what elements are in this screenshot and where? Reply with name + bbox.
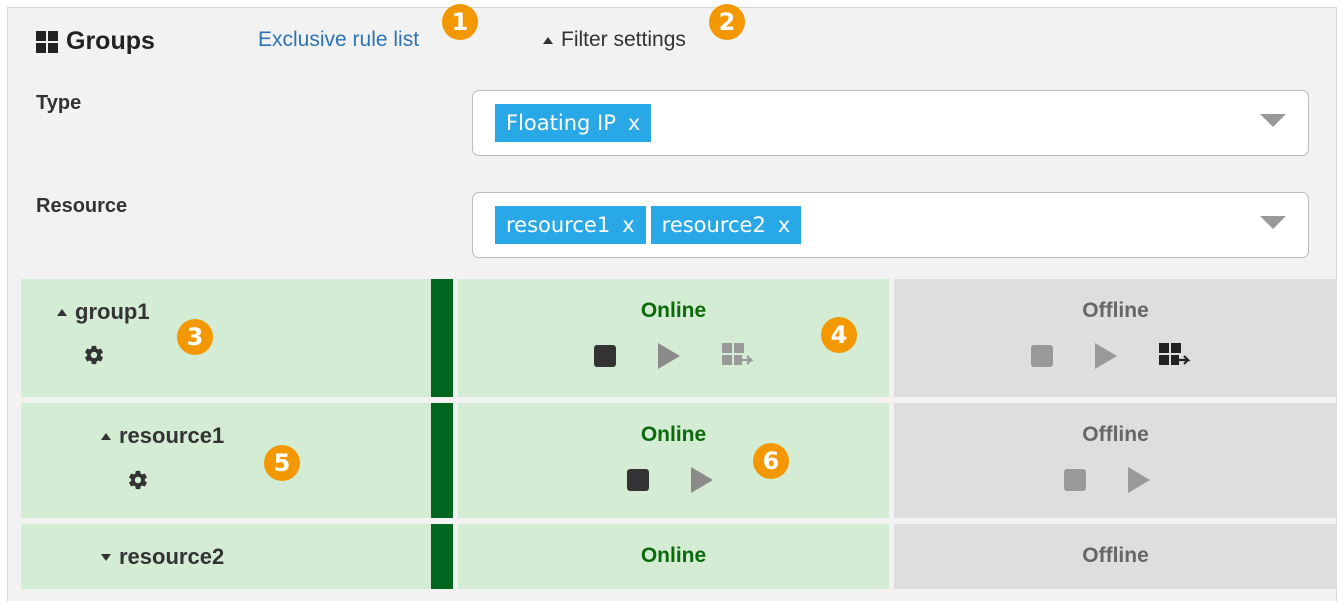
online-status-label: Online	[640, 423, 707, 446]
group-row-group1: group1 3 Online 4 Offline	[21, 279, 1337, 397]
collapse-arrow-icon	[543, 36, 553, 44]
stop-icon[interactable]	[627, 469, 649, 491]
resource-row-resource1: resource1 5 Online 6 Offline	[21, 403, 1337, 518]
type-chip-label: Floating IP	[506, 111, 616, 135]
callout-badge-3: 3	[177, 319, 213, 355]
offline-cell: Offline	[894, 403, 1337, 518]
resource-dropdown-caret-icon[interactable]	[1260, 216, 1286, 229]
expand-arrow-icon	[101, 553, 111, 561]
type-chip-remove[interactable]: x	[628, 111, 640, 135]
group-name-cell: group1 3	[21, 279, 431, 397]
resource-chip-label: resource2	[661, 213, 766, 237]
type-chip: Floating IP x	[495, 104, 652, 142]
offline-actions	[1064, 467, 1150, 493]
callout-badge-4: 4	[821, 317, 857, 353]
resource-expander[interactable]: resource1	[101, 423, 224, 449]
groups-grid-icon	[36, 30, 58, 53]
collapse-arrow-icon	[57, 308, 67, 316]
status-bar	[431, 524, 453, 589]
play-icon[interactable]	[1095, 343, 1117, 369]
status-bar	[431, 403, 453, 518]
resource-chip-label: resource1	[506, 213, 611, 237]
group-expander[interactable]: group1	[57, 299, 150, 325]
filter-settings-toggle[interactable]: Filter settings	[543, 28, 686, 52]
online-cell: Online 4	[458, 279, 889, 397]
resource-name-cell: resource1 5	[21, 403, 431, 518]
online-status-label: Online	[640, 299, 707, 322]
play-icon[interactable]	[1128, 467, 1150, 493]
filter-settings-label: Filter settings	[561, 28, 686, 51]
gear-icon[interactable]	[127, 469, 149, 491]
type-select[interactable]: Floating IP x	[472, 90, 1309, 156]
resource-chip-remove[interactable]: x	[778, 213, 790, 237]
online-cell: Online 6	[458, 403, 889, 518]
resource-name-cell: resource2	[21, 524, 431, 589]
stop-icon[interactable]	[594, 345, 616, 367]
type-label: Type	[36, 92, 82, 114]
online-status-label: Online	[640, 544, 707, 567]
gear-icon[interactable]	[83, 344, 105, 366]
callout-badge-2: 2	[709, 4, 745, 40]
move-group-icon[interactable]	[722, 343, 756, 369]
play-icon[interactable]	[691, 467, 713, 493]
resource-row-resource2: resource2 Online Offline	[21, 524, 1337, 589]
resource-name: resource2	[119, 544, 225, 569]
panel-title: Groups	[36, 27, 155, 56]
move-group-icon[interactable]	[1159, 343, 1193, 369]
stop-icon[interactable]	[1064, 469, 1086, 491]
resource-chip-remove[interactable]: x	[622, 213, 634, 237]
status-bar	[431, 279, 453, 397]
type-dropdown-caret-icon[interactable]	[1260, 114, 1286, 127]
online-actions	[627, 467, 713, 493]
stop-icon[interactable]	[1031, 345, 1053, 367]
resource-chip: resource2 x	[650, 206, 802, 244]
resource-name: resource1	[119, 423, 225, 448]
resource-label: Resource	[36, 195, 128, 217]
panel-title-text: Groups	[66, 27, 155, 55]
group-name: group1	[75, 299, 150, 324]
play-icon[interactable]	[658, 343, 680, 369]
callout-badge-6: 6	[753, 443, 789, 479]
offline-status-label: Offline	[1082, 423, 1149, 446]
resource-select[interactable]: resource1 x resource2 x	[472, 192, 1309, 258]
offline-cell: Offline	[894, 279, 1337, 397]
offline-cell: Offline	[894, 524, 1337, 589]
offline-actions	[1031, 343, 1193, 369]
callout-badge-1: 1	[442, 4, 478, 40]
offline-status-label: Offline	[1082, 299, 1149, 322]
collapse-arrow-icon	[101, 432, 111, 440]
exclusive-rule-list-link[interactable]: Exclusive rule list	[258, 28, 419, 52]
offline-status-label: Offline	[1082, 544, 1149, 567]
online-cell: Online	[458, 524, 889, 589]
callout-badge-5: 5	[264, 445, 300, 481]
resource-chip: resource1 x	[495, 206, 646, 244]
online-actions	[594, 343, 756, 369]
resource-expander[interactable]: resource2	[101, 544, 224, 570]
